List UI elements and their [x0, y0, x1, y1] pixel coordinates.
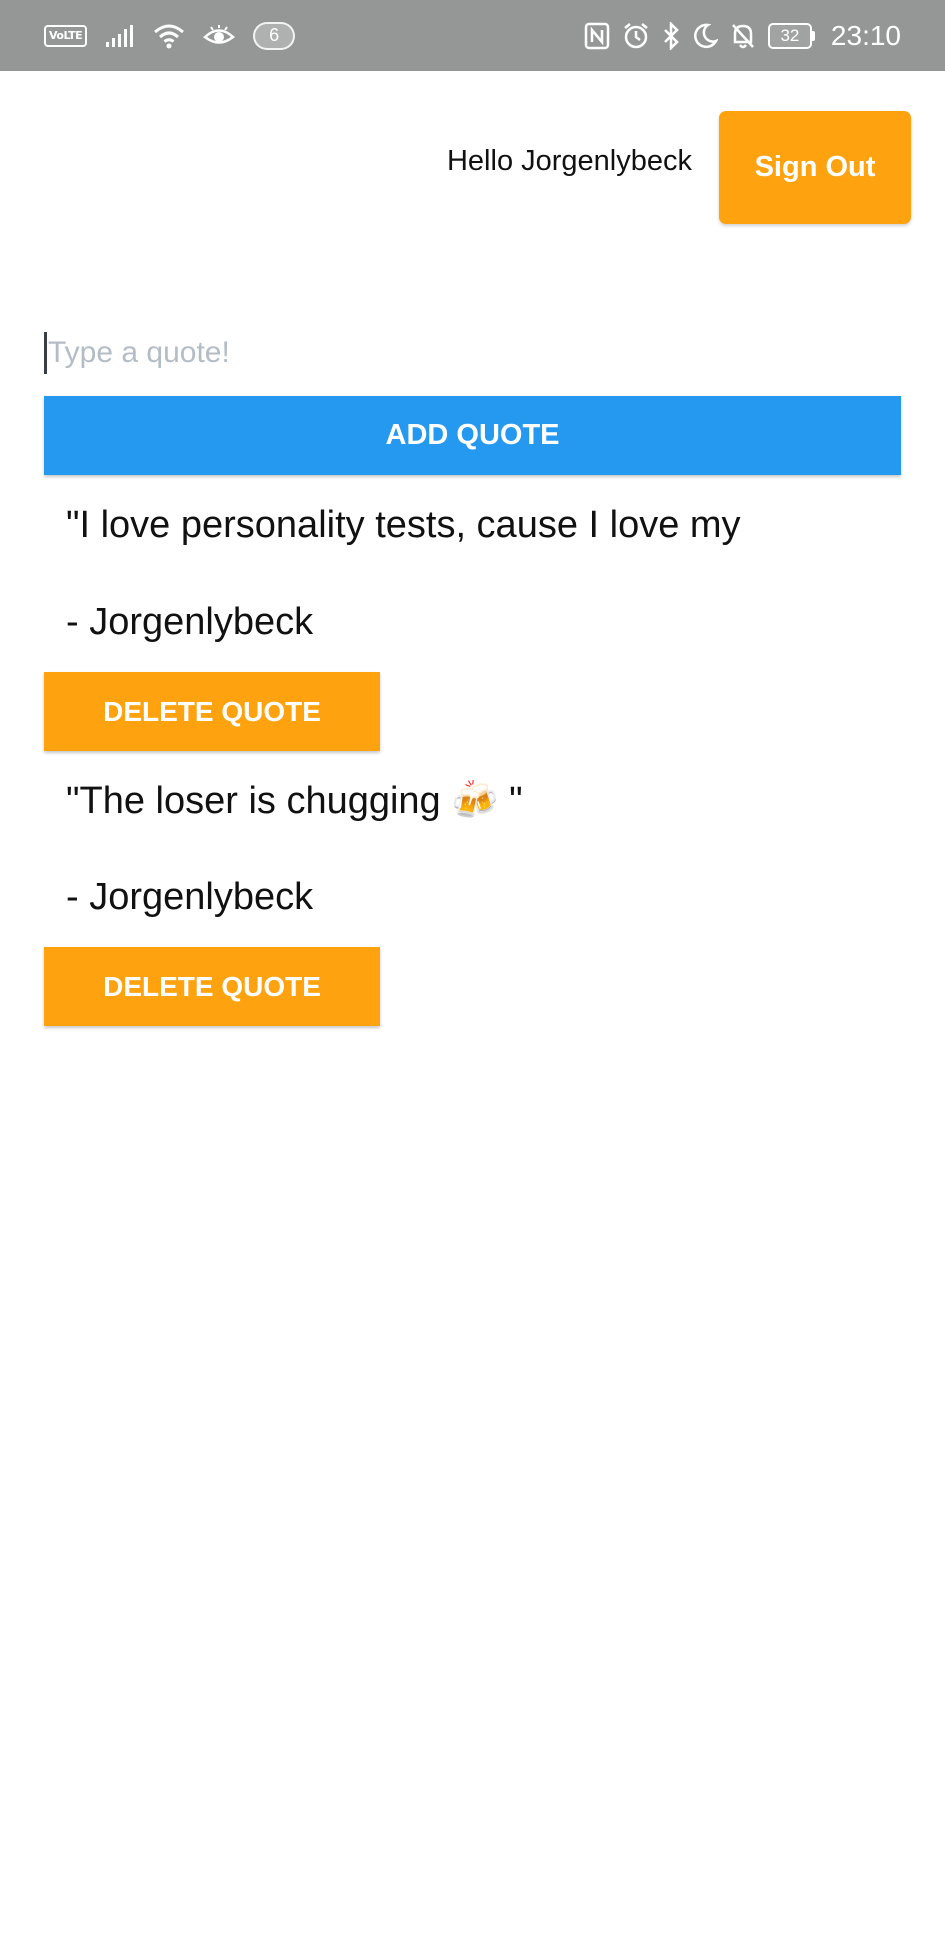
- battery-level: 32: [767, 22, 812, 49]
- quote-text: "I love personality tests, cause I love …: [66, 504, 741, 546]
- signal-icon: [105, 24, 135, 48]
- add-quote-button[interactable]: ADD QUOTE: [44, 396, 901, 475]
- status-clock: 23:10: [830, 19, 901, 51]
- quote-author: - Jorgenlybeck: [66, 876, 314, 918]
- notification-count-badge: 6: [253, 21, 296, 50]
- wifi-icon: [153, 23, 185, 49]
- quote-input-placeholder: Type a quote!: [48, 336, 230, 369]
- quote-author: - Jorgenlybeck: [66, 601, 314, 643]
- moon-icon: [692, 23, 718, 49]
- battery-icon: 32: [767, 22, 815, 49]
- quote-input[interactable]: Type a quote!: [44, 328, 900, 378]
- bluetooth-icon: [662, 21, 680, 50]
- sign-out-button[interactable]: Sign Out: [719, 111, 911, 224]
- delete-quote-button[interactable]: DELETE QUOTE: [44, 672, 380, 751]
- greeting-text: Hello Jorgenlybeck: [446, 145, 692, 177]
- status-left-icons: VoLTE 6: [44, 0, 296, 71]
- bell-off-icon: [730, 22, 756, 50]
- delete-quote-button[interactable]: DELETE QUOTE: [44, 947, 380, 1026]
- text-cursor: [44, 332, 47, 374]
- alarm-icon: [622, 22, 650, 50]
- volte-icon: VoLTE: [44, 24, 88, 47]
- status-bar: VoLTE 6 32 23:10: [0, 0, 945, 71]
- eye-icon: [203, 24, 236, 48]
- quote-text: "The loser is chugging 🍻 ": [66, 780, 523, 822]
- status-right-icons: 32 23:10: [584, 0, 901, 71]
- nfc-icon: [584, 22, 610, 50]
